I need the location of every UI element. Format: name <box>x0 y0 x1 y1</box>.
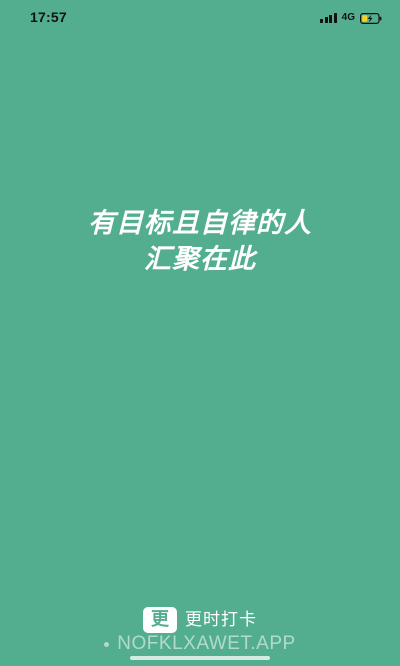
slogan-line-2: 汇聚在此 <box>144 244 256 275</box>
slogan-line-1: 有目标且自律的人 <box>88 208 312 239</box>
app-brand: 更 更时打卡 <box>0 607 400 633</box>
battery-charging-icon <box>360 12 382 24</box>
status-bar: 17:57 4G <box>0 0 400 38</box>
watermark-text: NOFKLXAWET.APP <box>117 633 296 654</box>
watermark: NOFKLXAWET.APP <box>0 633 400 655</box>
slogan: 有目标且自律的人 汇聚在此 <box>0 206 400 278</box>
status-indicators: 4G <box>320 11 382 25</box>
app-logo-icon: 更 <box>143 607 177 633</box>
splash-screen: 17:57 4G 有目标且自律的人 汇聚在此 更 更时打卡 NOFKLXAWET… <box>0 0 400 666</box>
watermark-dot <box>104 641 110 647</box>
signal-icon <box>320 13 337 23</box>
app-name: 更时打卡 <box>185 610 257 630</box>
status-time: 17:57 <box>30 9 67 25</box>
home-indicator[interactable] <box>130 656 270 660</box>
network-type: 4G <box>341 12 355 23</box>
